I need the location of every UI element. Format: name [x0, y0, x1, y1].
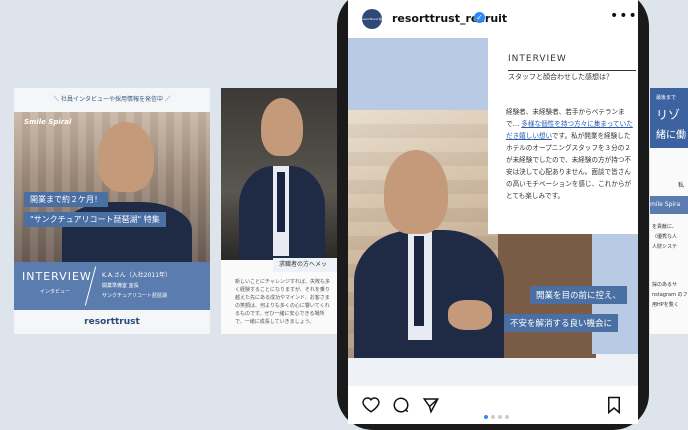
brand-logo: Smile Spiral [24, 118, 72, 126]
username-link[interactable]: resorttrust_recruit [392, 12, 507, 25]
verified-icon: ✓ [474, 12, 485, 23]
person-face [261, 98, 303, 156]
person-suit [62, 202, 192, 262]
person-dept: 開業準備室 室長 [102, 283, 139, 289]
instagram-screen: resorttrust 採用 resorttrust_recruit ✓ •••… [348, 0, 638, 424]
heart-icon[interactable] [362, 396, 380, 414]
card-recruit[interactable]: 最後まで リゾ 緒に働 私 mile Spira を貢献に、 （優秀な人 人財シ… [650, 88, 688, 334]
message-body: 新しいことにチャレンジすれば、失敗も多く経験することになりますが、それを乗り越え… [235, 279, 330, 325]
interview-band: INTERVIEW インタビュー K.A.さん（入社2011年） 開業準備室 室… [14, 262, 210, 310]
bookmark-icon[interactable] [606, 396, 622, 414]
card-photo [221, 88, 337, 260]
more-options-icon[interactable]: ••• [610, 8, 638, 24]
carousel-dots [484, 404, 512, 423]
post-body: 経験者、未経験者、若手からベテランまで… 多様な個性を持つ方々に集まっていただき… [506, 108, 633, 200]
person-face [384, 150, 448, 234]
post-question: スタッフと顔合わせした感想は？ [508, 73, 613, 81]
message-label: 求職者の方へメッ [273, 258, 337, 272]
post-interview-title: INTERVIEW [508, 54, 567, 64]
comment-icon[interactable] [392, 396, 410, 414]
card-interview-biwako[interactable]: ＼ 社員インタビューや採用情報を発信中 ／ Smile Spiral 開業まで約… [14, 88, 210, 334]
profile-avatar[interactable]: resorttrust 採用 [362, 9, 382, 41]
post-image[interactable]: INTERVIEW スタッフと顔合わせした感想は？ 経験者、未経験者、若手からベ… [348, 38, 638, 386]
tag-opening: 開業まで約２ケ月！ [24, 192, 108, 207]
card-top-banner: ＼ 社員インタビューや採用情報を発信中 ／ [14, 88, 210, 112]
brand-logo: mile Spira [650, 196, 688, 214]
caption-line-1: 開業を目の前に控え、 [530, 286, 628, 304]
post-text-panel: INTERVIEW スタッフと顔合わせした感想は？ 経験者、未経験者、若手からベ… [488, 38, 638, 234]
interview-ja: インタビュー [40, 289, 71, 295]
person-face [98, 122, 154, 192]
post-actions [348, 386, 638, 424]
card3-header: 最後まで リゾ 緒に働 [650, 88, 688, 148]
person-name: K.A.さん（入社2011年） [102, 272, 172, 279]
card-photo: Smile Spiral 開業まで約２ケ月！ "サンクチュアリコート琵琶湖" 特… [14, 112, 210, 262]
person-hotel: サンクチュアリコート琵琶湖 [102, 293, 167, 299]
person-hands [448, 300, 492, 330]
share-icon[interactable] [422, 396, 440, 414]
caption-line-2: 不安を解消する良い機会に [504, 314, 619, 332]
post-header: resorttrust 採用 resorttrust_recruit ✓ ••• [348, 0, 638, 41]
interview-title: INTERVIEW [22, 270, 92, 283]
tag-feature: "サンクチュアリコート琵琶湖" 特集 [24, 212, 166, 227]
card-message[interactable]: 求職者の方へメッ 新しいことにチャレンジすれば、失敗も多く経験することになります… [221, 88, 337, 334]
resorttrust-logo: resorttrust [14, 310, 210, 334]
